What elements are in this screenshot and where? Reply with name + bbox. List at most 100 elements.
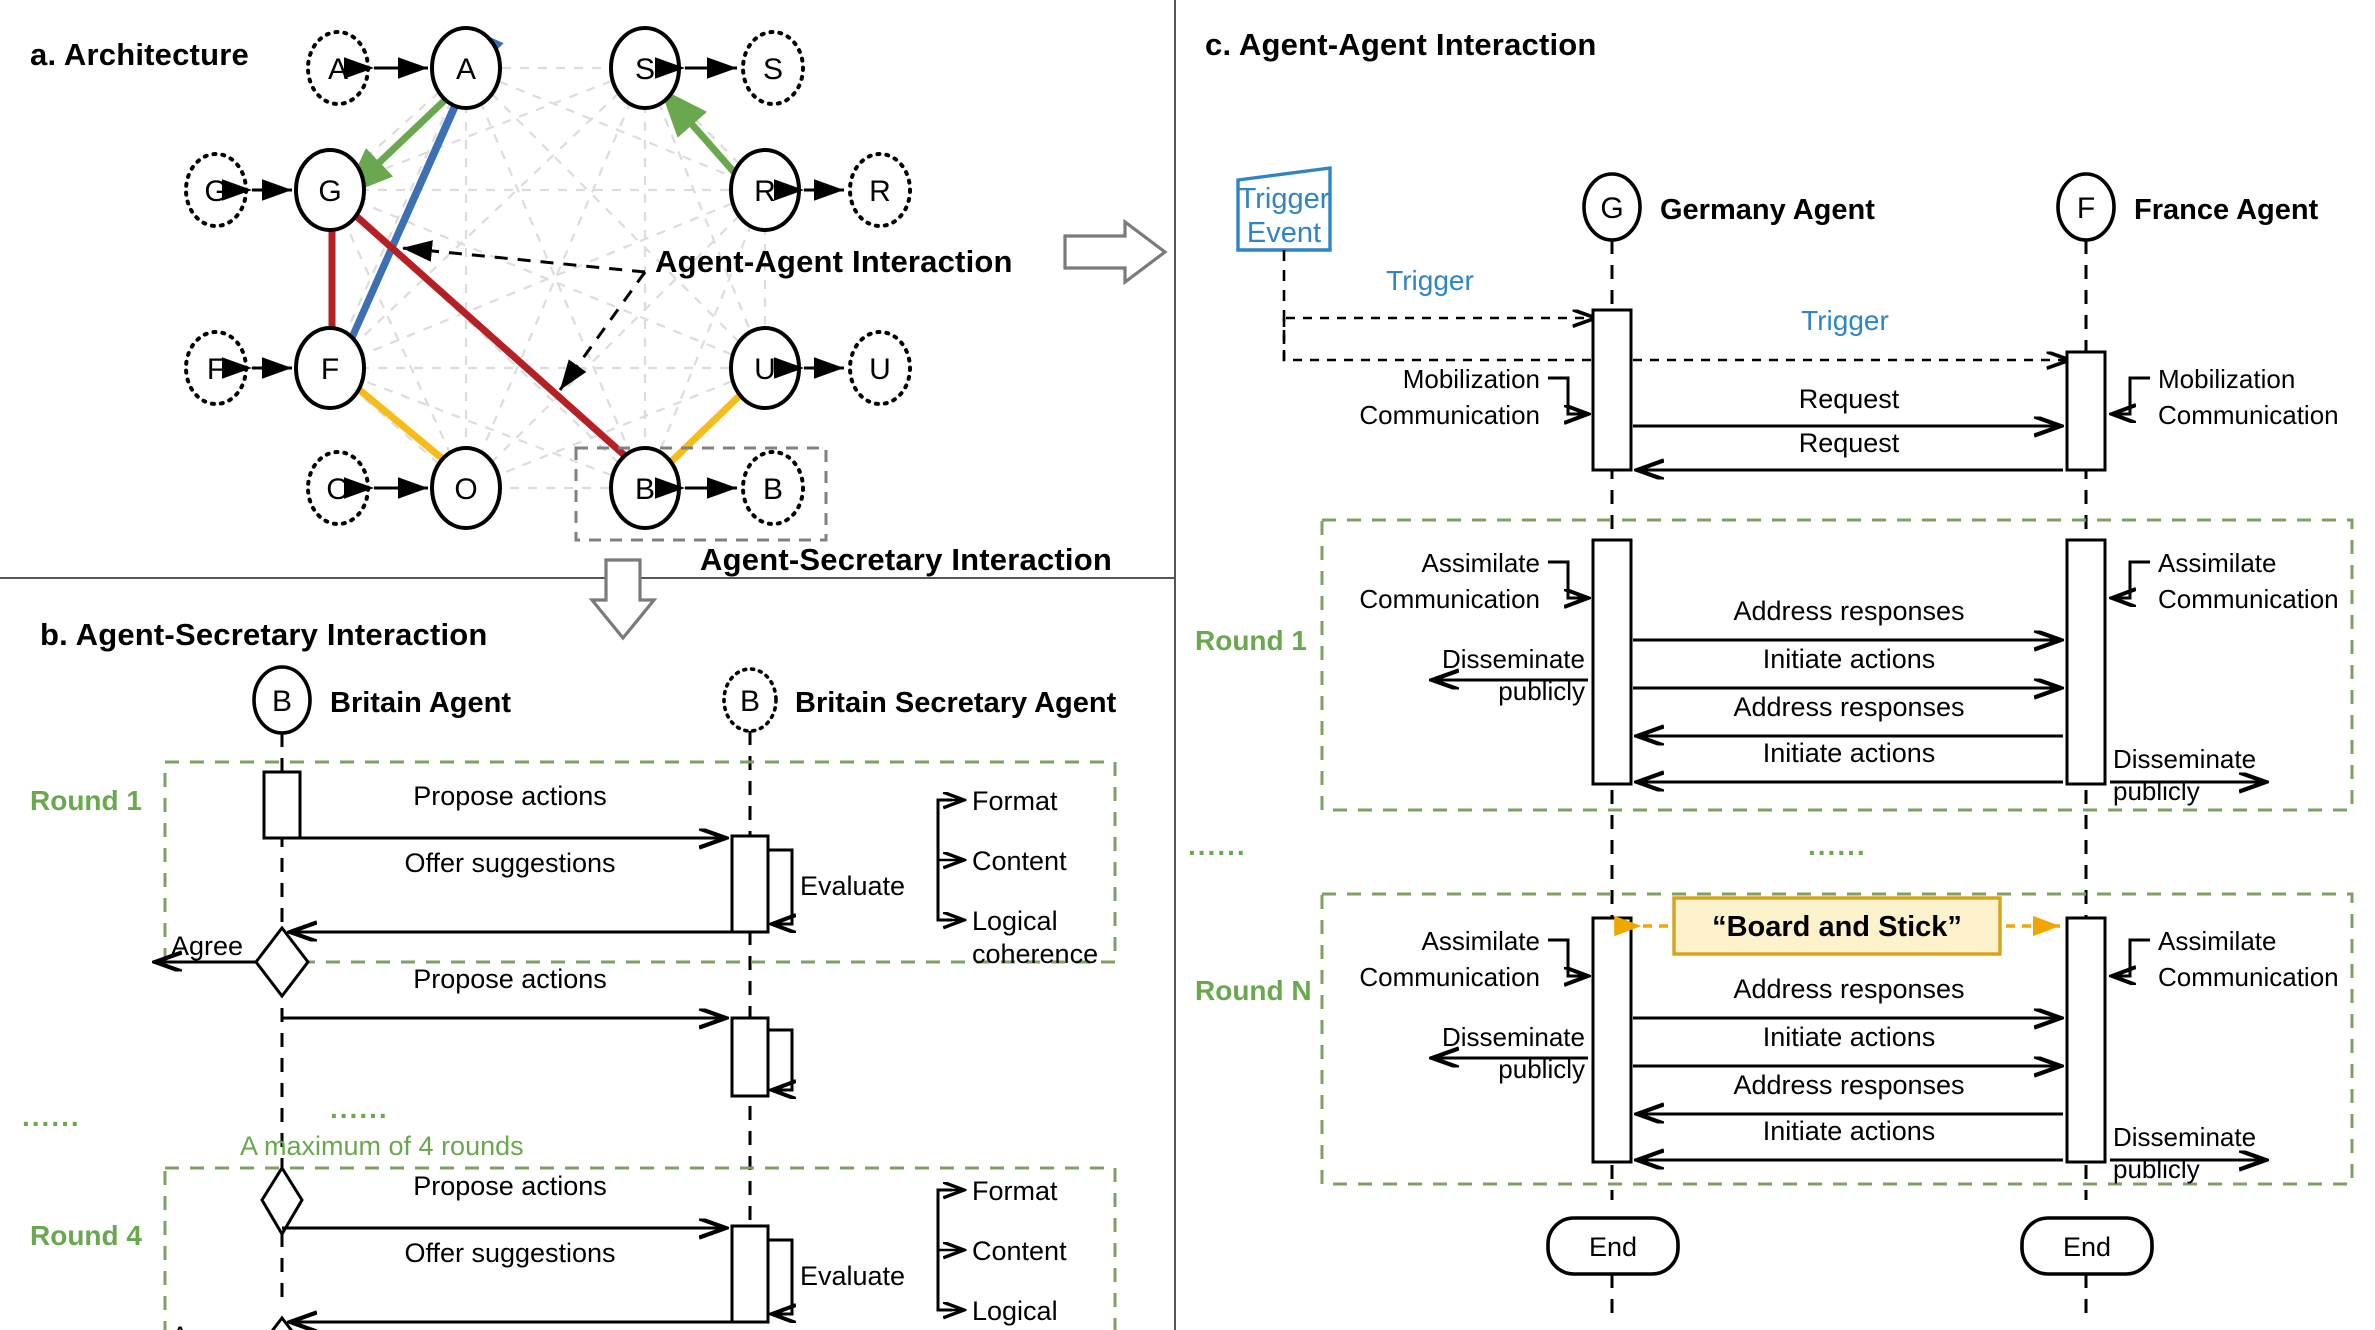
assimilate-line1-france: Assimilate [2158, 926, 2276, 956]
criterion-logical: Logical [972, 1296, 1058, 1326]
agent-node-B-label: B [635, 473, 655, 506]
address-responses-label: Address responses [1733, 974, 1964, 1004]
trigger-label-2: Trigger [1801, 305, 1889, 336]
assimilate-line1-germany: Assimilate [1422, 926, 1540, 956]
criterion-logical: Logical [972, 906, 1058, 936]
agent-node-F-label: F [321, 353, 339, 386]
activation-bar [730, 1016, 770, 1098]
britain-agent-name: Britain Agent [330, 687, 511, 719]
activation-bar [1591, 916, 1633, 1164]
evaluate-self-loop [768, 1238, 792, 1314]
disseminate-line1-france: Disseminate [2113, 1122, 2256, 1152]
end-label-france: End [2063, 1232, 2111, 1262]
address-responses-label: Address responses [1733, 692, 1964, 722]
britain-agent-icon-label: B [272, 685, 292, 718]
assimilate-line2-france: Communication [2158, 962, 2339, 992]
panel-b-agent-secretary: b. Agent-Secretary Interaction B Britain… [22, 617, 1117, 1330]
criterion-content: Content [972, 846, 1067, 876]
assimilate-line2-france: Communication [2158, 584, 2339, 614]
criteria-arrows [938, 1190, 964, 1310]
message-label: Offer suggestions [404, 1238, 615, 1268]
mobilization-line1-france: Mobilization [2158, 364, 2295, 394]
criterion-content: Content [972, 1236, 1067, 1266]
agree-label: Agree [171, 931, 243, 961]
round1-label: Round 1 [30, 785, 142, 816]
assimilate-line1-france: Assimilate [2158, 548, 2276, 578]
evaluate-label: Evaluate [800, 871, 905, 901]
request-label: Request [1799, 384, 1900, 414]
disseminate-line1-germany: Disseminate [1442, 644, 1585, 674]
panel-c-agent-agent: c. Agent-Agent Interaction Trigger Event… [1188, 27, 2354, 1320]
evaluate-self-loop [768, 848, 792, 924]
agent-agent-annotation: Agent-Agent Interaction [655, 244, 1013, 279]
arrow-a-to-b [588, 558, 658, 641]
secretary-node-U-label: U [869, 353, 891, 386]
trigger-arrow-2 [1282, 318, 2070, 360]
initiate-actions-label: Initiate actions [1763, 1022, 1936, 1052]
round1-label-c: Round 1 [1195, 625, 1307, 656]
britain-secretary-name: Britain Secretary Agent [795, 687, 1117, 719]
figure-root: A A S S G G R R F F U U O O B B Agent-Ag… [0, 0, 2375, 1330]
activation-bar [730, 834, 770, 934]
activation-bar [1591, 538, 1633, 786]
figure-canvas: A A S S G G R R F F U U O O B B Agent-Ag… [0, 0, 2354, 1330]
activation-bar [1591, 308, 1633, 472]
activation-bar [2065, 916, 2107, 1164]
mobilization-line2-germany: Communication [1359, 400, 1540, 430]
message-label: Propose actions [413, 1171, 607, 1201]
agent-node-U-label: U [754, 353, 776, 386]
secretary-node-B-label: B [763, 473, 783, 506]
node-pair-O[interactable]: O O [306, 446, 502, 530]
node-pair-G[interactable]: G G [184, 148, 366, 232]
activation-bar [730, 1224, 770, 1324]
france-agent-name: France Agent [2134, 194, 2319, 226]
round-ellipsis-center: ...... [330, 1093, 389, 1124]
node-pair-S[interactable]: S S [609, 26, 805, 110]
end-label-germany: End [1589, 1232, 1637, 1262]
node-pair-U[interactable]: U U [729, 326, 912, 410]
secretary-node-A-label: A [328, 53, 348, 86]
address-responses-label: Address responses [1733, 1070, 1964, 1100]
initiate-actions-label: Initiate actions [1763, 738, 1936, 768]
agent-edge-endpoints [319, 67, 776, 499]
secretary-node-R-label: R [869, 175, 891, 208]
node-pair-R[interactable]: R R [729, 148, 912, 232]
panel-b-title: b. Agent-Secretary Interaction [40, 617, 488, 652]
secretary-node-G-label: G [204, 175, 227, 208]
assimilate-bracket-germany [1548, 938, 1588, 976]
criterion-format: Format [972, 786, 1058, 816]
agent-node-O-label: O [454, 473, 477, 506]
agent-node-A-label: A [456, 53, 476, 86]
france-agent-icon-label: F [2077, 192, 2095, 225]
assimilate-line2-germany: Communication [1359, 584, 1540, 614]
mobilization-line1-germany: Mobilization [1403, 364, 1540, 394]
message-label: Offer suggestions [404, 848, 615, 878]
activation-bar [2065, 538, 2107, 786]
round4-label: Round 4 [30, 1220, 142, 1251]
message-label: Propose actions [413, 964, 607, 994]
disseminate-line1-france: Disseminate [2113, 744, 2256, 774]
agent-node-S-label: S [635, 53, 655, 86]
round-ellipsis-left-c: ...... [1188, 830, 1247, 861]
end-terminator-france: End [2020, 1216, 2154, 1320]
disseminate-line1-germany: Disseminate [1442, 1022, 1585, 1052]
initiate-actions-label: Initiate actions [1763, 644, 1936, 674]
trigger-event-line2: Event [1247, 217, 1321, 249]
end-terminator-germany: End [1546, 1216, 1680, 1320]
panel-a-title: a. Architecture [30, 37, 249, 72]
assimilate-bracket-france [2112, 938, 2150, 976]
secretary-node-S-label: S [763, 53, 783, 86]
agent-node-R-label: R [754, 175, 776, 208]
node-pair-A[interactable]: A A [306, 26, 502, 110]
node-pair-B[interactable]: B B [609, 446, 805, 530]
activation-bar [262, 770, 302, 840]
node-pair-F[interactable]: F F [184, 326, 366, 410]
round-ellipsis-center-c: ...... [1808, 830, 1867, 861]
lifeline-britain-secretary[interactable]: B Britain Secretary Agent [722, 667, 1117, 1300]
message-label: Propose actions [413, 781, 607, 811]
arrow-a-to-c [1063, 218, 1168, 286]
evaluate-label: Evaluate [800, 1261, 905, 1291]
panel-a-architecture: A A S S G G R R F F U U O O B B Agent-Ag… [30, 26, 1112, 577]
trigger-label-1: Trigger [1386, 265, 1474, 296]
mobilization-bracket-germany [1548, 376, 1588, 414]
